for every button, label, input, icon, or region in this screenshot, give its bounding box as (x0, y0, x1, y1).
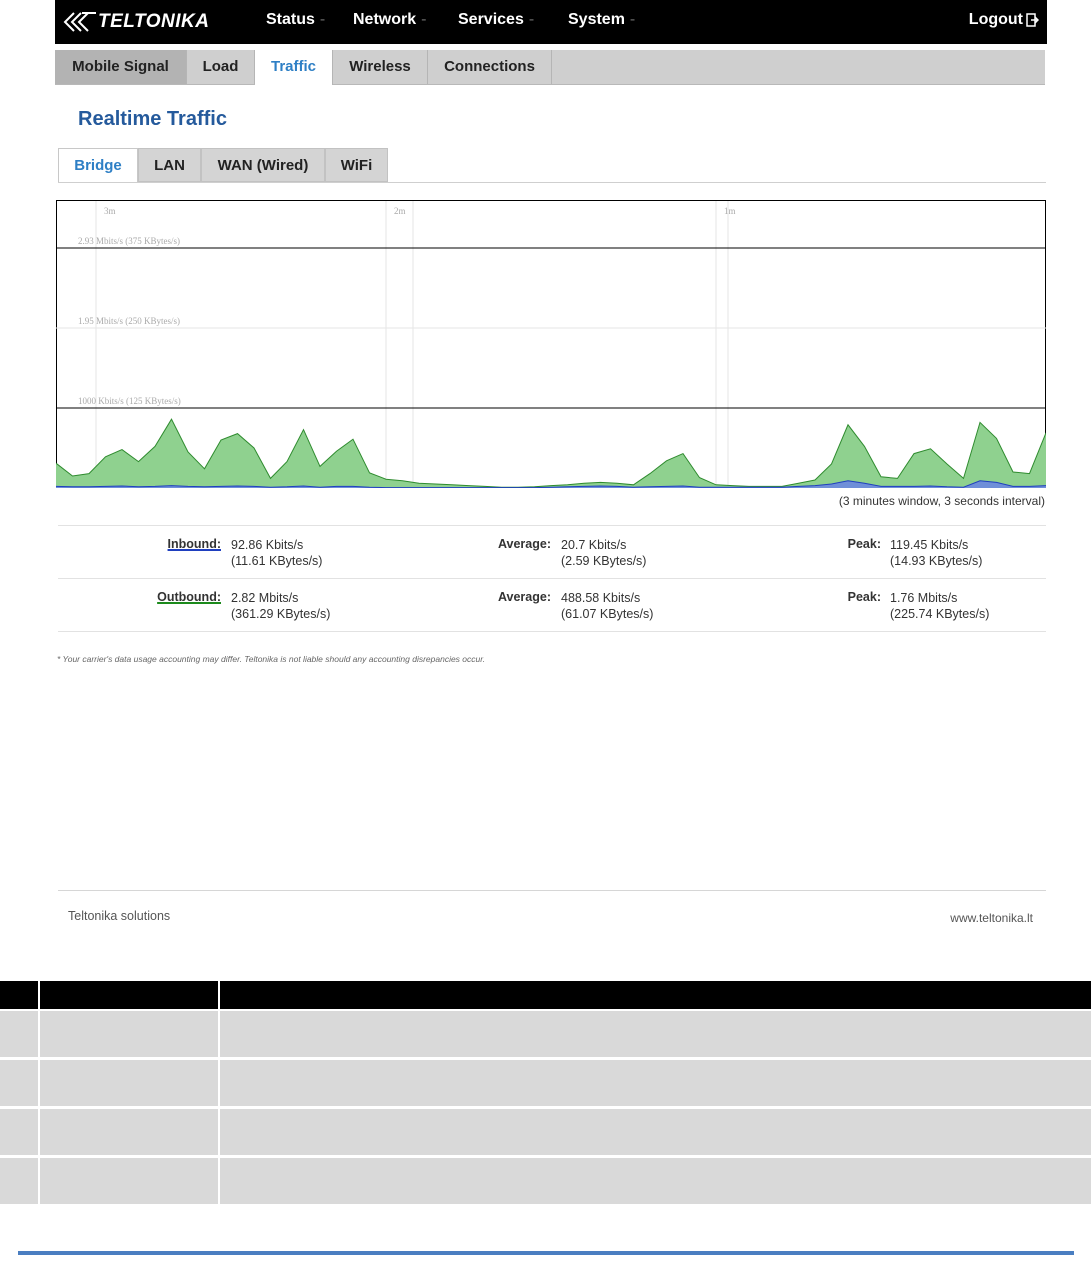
outbound-peak-bytes: (225.74 KBytes/s) (890, 607, 990, 621)
footer-divider (58, 890, 1046, 891)
chevron-down-icon: - (629, 11, 636, 28)
scale-label: 1.95 Mbits/s (250 KBytes/s) (78, 316, 180, 326)
graph-frame (56, 200, 1046, 488)
footer-website-link[interactable]: www.teltonika.lt (950, 911, 1033, 925)
table-cell (0, 1158, 40, 1204)
tab-wireless[interactable]: Wireless (333, 50, 428, 84)
traffic-graph: 3m 2m 1m 2.93 Mbits/s (375 KBytes/s) 1.95 Mb… (56, 200, 1046, 488)
inbound-current: 92.86 Kbits/s (11.61 KBytes/s) (231, 537, 322, 569)
table-cell (0, 1060, 40, 1106)
time-label: 2m (394, 206, 406, 216)
outbound-current-bits: 2.82 Mbits/s (231, 591, 299, 605)
table-cell (0, 1109, 40, 1155)
tab-load[interactable]: Load (187, 50, 255, 84)
inbound-average: 20.7 Kbits/s (2.59 KBytes/s) (561, 537, 646, 569)
outbound-peak-bits: 1.76 Mbits/s (890, 591, 958, 605)
logout-icon (1026, 13, 1039, 27)
outbound-current: 2.82 Mbits/s (361.29 KBytes/s) (231, 590, 330, 622)
stats-divider (58, 578, 1046, 579)
table-cell (40, 1158, 220, 1204)
table-cell (220, 1060, 1091, 1106)
inbound-peak-bytes: (14.93 KBytes/s) (890, 554, 983, 568)
inbound-average-bytes: (2.59 KBytes/s) (561, 554, 647, 568)
inbound-current-bytes: (11.61 KBytes/s) (231, 554, 323, 568)
menu-status-label: Status (266, 11, 315, 28)
inbound-peak-bits: 119.45 Kbits/s (890, 538, 969, 552)
inbound-peak-label: Peak: (847, 537, 881, 551)
scale-label: 2.93 Mbits/s (375 KBytes/s) (78, 236, 180, 246)
inbound-average-label: Average: (497, 537, 551, 551)
menu-network[interactable]: Network - (353, 11, 426, 29)
table-header-cell (0, 981, 40, 1009)
table-header-cell (220, 981, 1091, 1009)
time-label: 1m (724, 206, 736, 216)
outbound-average: 488.58 Kbits/s (61.07 KBytes/s) (561, 590, 653, 622)
menu-system-label: System (568, 11, 625, 28)
inbound-average-bits: 20.7 Kbits/s (561, 538, 627, 552)
scale-label: 1000 Kbits/s (125 KBytes/s) (78, 396, 181, 406)
disclaimer-text: * Your carrier's data usage accounting m… (57, 654, 486, 664)
chevron-down-icon: - (421, 11, 427, 28)
document-footer-rule (18, 1251, 1074, 1255)
chevron-down-icon: - (319, 11, 326, 28)
footer-company: Teltonika solutions (68, 909, 171, 923)
table-cell (220, 1011, 1091, 1057)
outbound-current-bytes: (361.29 KBytes/s) (231, 607, 331, 621)
outbound-average-bits: 488.58 Kbits/s (561, 591, 641, 605)
table-row (0, 1109, 1091, 1155)
subtab-bridge[interactable]: Bridge (58, 148, 138, 183)
table-header-cell (40, 981, 220, 1009)
teltonika-logo[interactable]: TELTONIKA (62, 4, 209, 40)
subtab-lan[interactable]: LAN (138, 148, 201, 182)
table-row (0, 1060, 1091, 1106)
subtab-wifi[interactable]: WiFi (325, 148, 388, 182)
logout-label: Logout (968, 11, 1023, 28)
teltonika-chevrons-icon (63, 12, 96, 32)
table-row (0, 1158, 1091, 1204)
tab-connections[interactable]: Connections (428, 50, 552, 84)
outbound-average-label: Average: (497, 590, 551, 604)
inbound-current-bits: 92.86 Kbits/s (231, 538, 304, 552)
stats-divider (58, 525, 1046, 526)
outbound-average-bytes: (61.07 KBytes/s) (561, 607, 654, 621)
table-row (0, 1011, 1091, 1057)
time-label: 3m (104, 206, 116, 216)
inbound-label: Inbound: (167, 537, 221, 551)
table-cell (40, 1060, 220, 1106)
status-tab-bar: Mobile Signal Load Traffic Wireless Conn… (55, 50, 1045, 85)
outbound-peak: 1.76 Mbits/s (225.74 KBytes/s) (890, 590, 989, 622)
graph-window-note: (3 minutes window, 3 seconds interval) (838, 494, 1045, 508)
brand-name: TELTONIKA (98, 11, 210, 32)
chevron-down-icon: - (528, 11, 535, 28)
subtab-divider (58, 182, 1046, 183)
menu-system[interactable]: System - (568, 11, 635, 29)
table-cell (40, 1109, 220, 1155)
tab-mobile-signal[interactable]: Mobile Signal (55, 50, 187, 84)
table-cell (0, 1011, 40, 1057)
table-header-row (0, 981, 1091, 1009)
table-cell (220, 1109, 1091, 1155)
outbound-peak-label: Peak: (847, 590, 881, 604)
menu-services[interactable]: Services - (458, 11, 534, 29)
stats-divider (58, 631, 1046, 632)
subtab-wan-wired[interactable]: WAN (Wired) (201, 148, 325, 182)
menu-services-label: Services (458, 11, 524, 28)
menu-network-label: Network (353, 11, 417, 28)
tab-traffic[interactable]: Traffic (255, 50, 333, 85)
page-title: Realtime Traffic (78, 108, 227, 130)
outbound-label: Outbound: (157, 590, 221, 604)
logout-button[interactable]: Logout (969, 11, 1039, 29)
table-cell (40, 1011, 220, 1057)
menu-status[interactable]: Status - (266, 11, 325, 29)
inbound-peak: 119.45 Kbits/s (14.93 KBytes/s) (890, 537, 982, 569)
table-cell (220, 1158, 1091, 1204)
